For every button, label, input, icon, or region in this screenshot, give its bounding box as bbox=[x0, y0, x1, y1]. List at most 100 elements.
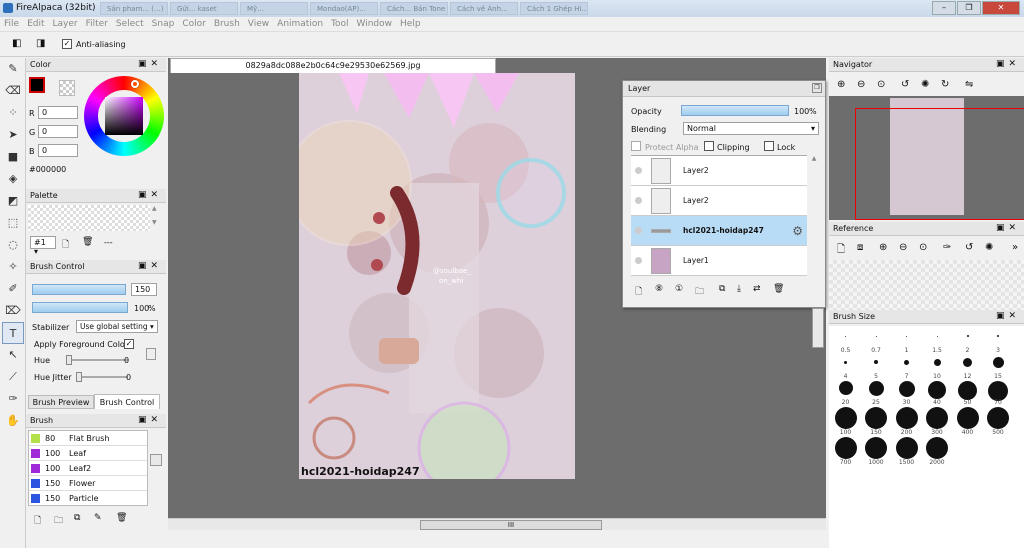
hue-jitter-slider-thumb[interactable] bbox=[76, 372, 82, 382]
delete-palette-icon[interactable]: 🗑 bbox=[82, 237, 93, 247]
brush-size-preset[interactable]: 1500 bbox=[892, 436, 921, 466]
menu-snap[interactable]: Snap bbox=[148, 17, 179, 31]
folder-brush-icon[interactable]: 🗀 bbox=[54, 513, 63, 529]
panel-controls-icon[interactable]: ▣✕ bbox=[996, 223, 1020, 233]
panel-controls-icon[interactable]: ▣✕ bbox=[138, 261, 162, 271]
layer-list-scrollbar[interactable]: ▲ bbox=[809, 155, 819, 275]
transparent-color-swatch[interactable] bbox=[59, 80, 75, 96]
anti-aliasing-checkbox[interactable]: ✓ bbox=[62, 39, 72, 49]
brush-size-preset[interactable]: 12 bbox=[953, 354, 982, 380]
reference-area[interactable] bbox=[829, 260, 1024, 310]
hue-slider-thumb[interactable] bbox=[66, 355, 72, 365]
new-layer-icon[interactable]: 🗋 bbox=[635, 284, 642, 300]
zoom-fit-icon[interactable]: ⊙ bbox=[877, 79, 885, 90]
background-tab-strip[interactable]: Sản pham... (...) Gửi... kaset Mỹ... Mon… bbox=[100, 2, 588, 15]
bg-tab[interactable]: Mỹ... bbox=[240, 2, 308, 15]
close-button[interactable]: ✕ bbox=[982, 1, 1020, 15]
bg-tab[interactable]: Mondao(AP)... bbox=[310, 2, 378, 15]
delete-layer-icon[interactable]: 🗑 bbox=[773, 284, 784, 294]
select-pen-tool-icon[interactable]: ✐ bbox=[2, 278, 24, 300]
palette-swatches[interactable] bbox=[28, 205, 150, 231]
menu-view[interactable]: View bbox=[244, 17, 273, 31]
panel-controls-icon[interactable]: ▣✕ bbox=[138, 59, 162, 69]
brush-size-preset[interactable]: 0.7 bbox=[862, 328, 891, 354]
clipping-checkbox[interactable] bbox=[704, 141, 714, 151]
bg-tab[interactable]: Cách vẽ Ánh... bbox=[450, 2, 518, 15]
menu-tool[interactable]: Tool bbox=[327, 17, 352, 31]
gear-icon[interactable]: ⚙ bbox=[792, 224, 803, 238]
bucket-tool-icon[interactable]: ◈ bbox=[2, 168, 24, 190]
hue-wheel[interactable] bbox=[84, 76, 164, 156]
magic-wand-tool-icon[interactable]: ✧ bbox=[2, 256, 24, 278]
new-1bit-layer-icon[interactable]: ① bbox=[675, 284, 683, 294]
brush-opacity-slider[interactable] bbox=[32, 302, 128, 313]
brush-size-preset[interactable]: 70 bbox=[984, 380, 1013, 406]
select-tool-icon[interactable]: ⬚ bbox=[2, 212, 24, 234]
menu-help[interactable]: Help bbox=[396, 17, 425, 31]
rotate-left-icon[interactable]: ↺ bbox=[965, 242, 973, 253]
apply-fg-checkbox[interactable]: ✓ bbox=[124, 339, 134, 349]
canvas-vertical-scrollbar[interactable] bbox=[812, 308, 824, 348]
panel-controls-icon[interactable]: ▣✕ bbox=[996, 311, 1020, 321]
duplicate-brush-icon[interactable]: ⧉ bbox=[74, 513, 80, 523]
reset-rotation-icon[interactable]: ✺ bbox=[985, 242, 993, 253]
hand-tool-icon[interactable]: ✋ bbox=[2, 410, 24, 432]
brush-list-scrollbar[interactable] bbox=[150, 454, 162, 466]
brush-size-preset[interactable]: 700 bbox=[831, 436, 860, 466]
brush-size-preset[interactable]: 40 bbox=[923, 380, 952, 406]
brush-size-preset[interactable]: 3 bbox=[984, 328, 1013, 354]
fill-rect-tool-icon[interactable]: ■ bbox=[2, 146, 24, 168]
r-input[interactable]: 0 bbox=[38, 106, 78, 119]
palette-scrollbar[interactable]: ▲ ▼ bbox=[152, 205, 162, 231]
menu-animation[interactable]: Animation bbox=[273, 17, 327, 31]
brush-item[interactable]: 100 Leaf2 bbox=[29, 461, 147, 476]
blending-select[interactable]: Normal ▾ bbox=[683, 122, 819, 135]
menu-color[interactable]: Color bbox=[178, 17, 210, 31]
folder-layer-icon[interactable]: 🗀 bbox=[695, 284, 704, 300]
gradient-tool-icon[interactable]: ◩ bbox=[2, 190, 24, 212]
text-tool-icon[interactable]: T bbox=[2, 322, 24, 344]
visibility-icon[interactable] bbox=[635, 257, 642, 264]
panel-controls-icon[interactable]: ▣✕ bbox=[138, 190, 162, 200]
zoom-in-icon[interactable]: ⊕ bbox=[837, 79, 845, 90]
layer-opacity-slider[interactable] bbox=[681, 105, 789, 116]
menu-layer[interactable]: Layer bbox=[49, 17, 82, 31]
brush-size-preset[interactable]: 4 bbox=[831, 354, 860, 380]
panel-controls-icon[interactable]: ▣✕ bbox=[138, 415, 162, 425]
brush-size-preset[interactable]: 20 bbox=[831, 380, 860, 406]
brush-size-preset[interactable]: 1 bbox=[892, 328, 921, 354]
brush-item[interactable]: 150 Particle bbox=[29, 491, 147, 506]
brush-size-preset[interactable]: 5 bbox=[862, 354, 891, 380]
brush-size-input[interactable]: 150 bbox=[131, 283, 157, 296]
hue-slider-track[interactable] bbox=[66, 355, 128, 365]
brush-size-preset[interactable]: 1000 bbox=[862, 436, 891, 466]
tab-brush-preview[interactable]: Brush Preview bbox=[28, 395, 94, 409]
visibility-icon[interactable] bbox=[635, 167, 642, 174]
brush-size-preset[interactable]: 15 bbox=[984, 354, 1013, 380]
brush-size-preset[interactable]: 50 bbox=[953, 380, 982, 406]
dot-tool-icon[interactable]: ⁘ bbox=[2, 102, 24, 124]
brush-size-preset[interactable]: 25 bbox=[862, 380, 891, 406]
navigator-viewport[interactable] bbox=[855, 108, 1024, 220]
visibility-icon[interactable] bbox=[635, 197, 642, 204]
menu-window[interactable]: Window bbox=[353, 17, 397, 31]
layer-window-restore-icon[interactable]: ❐ bbox=[812, 83, 822, 93]
edit-brush-icon[interactable]: ✎ bbox=[94, 513, 102, 523]
rotate-right-icon[interactable]: ↻ bbox=[941, 79, 949, 90]
b-input[interactable]: 0 bbox=[38, 144, 78, 157]
flip-horizontal-icon[interactable]: ⇋ bbox=[965, 79, 973, 90]
operation-tool-icon[interactable]: ↖ bbox=[2, 344, 24, 366]
eyedropper-icon[interactable]: ✑ bbox=[943, 242, 951, 253]
reset-rotation-icon[interactable]: ✺ bbox=[921, 79, 929, 90]
stabilizer-select[interactable]: Use global setting ▾ bbox=[76, 320, 158, 333]
g-input[interactable]: 0 bbox=[38, 125, 78, 138]
transfer-layer-icon[interactable]: ⇄ bbox=[753, 284, 761, 294]
brush-size-preset[interactable]: 300 bbox=[923, 406, 952, 436]
divide-tool-icon[interactable]: ⟋ bbox=[2, 366, 24, 388]
brush-size-preset[interactable]: 500 bbox=[984, 406, 1013, 436]
canvas-image[interactable]: @soulbae_ on_whi hcl2021-hoidap247 bbox=[299, 73, 575, 479]
maximize-button[interactable]: ❐ bbox=[957, 1, 981, 15]
new-brush-icon[interactable]: 🗋 bbox=[34, 513, 41, 529]
layer-row[interactable]: Layer2 bbox=[631, 156, 807, 186]
brush-item[interactable]: 150 Flower bbox=[29, 476, 147, 491]
